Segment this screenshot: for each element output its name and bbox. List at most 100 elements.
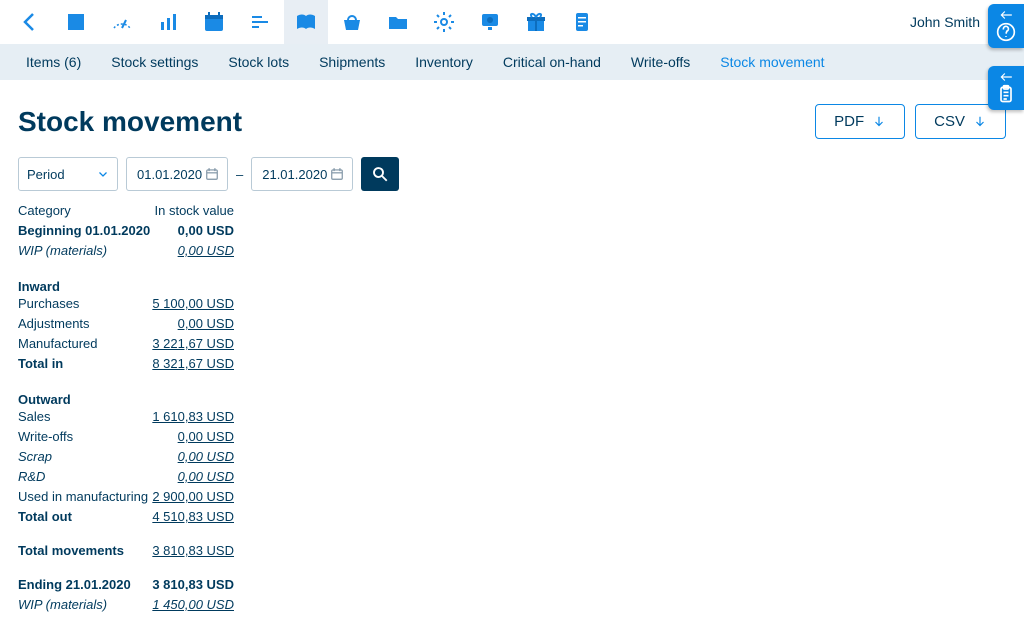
purchases-label: Purchases	[18, 296, 79, 311]
tab-items[interactable]: Items (6)	[26, 54, 81, 70]
total-movements-value[interactable]: 3 810,83 USD	[152, 543, 234, 558]
tab-stock-lots[interactable]: Stock lots	[228, 54, 289, 70]
total-movements-label: Total movements	[18, 543, 124, 558]
row-total-movements: Total movements 3 810,83 USD	[18, 543, 234, 563]
adjustments-label: Adjustments	[18, 316, 90, 331]
arrow-left-icon	[999, 10, 1013, 20]
calendar-icon	[205, 167, 219, 181]
writeoffs-value[interactable]: 0,00 USD	[178, 429, 234, 444]
manufactured-label: Manufactured	[18, 336, 98, 351]
scrap-value[interactable]: 0,00 USD	[178, 449, 234, 464]
toolbar-icon-6[interactable]	[284, 0, 328, 44]
used-mfg-value[interactable]: 2 900,00 USD	[152, 489, 234, 504]
beginning-label: Beginning 01.01.2020	[18, 223, 150, 238]
toolbar-icon-3[interactable]	[146, 0, 190, 44]
purchases-value[interactable]: 5 100,00 USD	[152, 296, 234, 311]
header-row: Stock movement PDF CSV	[18, 104, 1006, 139]
toolbar-icon-1[interactable]	[54, 0, 98, 44]
row-ending: Ending 21.01.2020 3 810,83 USD	[18, 577, 234, 597]
manufactured-value[interactable]: 3 221,67 USD	[152, 336, 234, 351]
toolbar-icon-2[interactable]	[100, 0, 144, 44]
toolbar-icon-8[interactable]	[376, 0, 420, 44]
tab-inventory[interactable]: Inventory	[415, 54, 473, 70]
row-total-in: Total in 8 321,67 USD	[18, 356, 234, 376]
toolbar-icon-4[interactable]	[192, 0, 236, 44]
inward-title: Inward	[18, 279, 234, 294]
col-value: In stock value	[155, 203, 235, 218]
sales-label: Sales	[18, 409, 51, 424]
square-icon	[64, 10, 88, 34]
ending-value: 3 810,83 USD	[152, 577, 234, 592]
user-name: John Smith	[910, 14, 980, 30]
stock-movement-table: Category In stock value Beginning 01.01.…	[18, 203, 234, 617]
period-select[interactable]: Period	[18, 157, 118, 191]
row-scrap: Scrap 0,00 USD	[18, 449, 234, 469]
row-adjustments: Adjustments 0,00 USD	[18, 316, 234, 336]
date-from-value: 01.01.2020	[137, 167, 202, 182]
calendar-icon	[330, 167, 344, 181]
toolbar-icon-7[interactable]	[330, 0, 374, 44]
date-to-value: 21.01.2020	[262, 167, 327, 182]
download-icon	[973, 115, 987, 129]
export-csv-label: CSV	[934, 113, 965, 130]
gift-icon	[524, 10, 548, 34]
total-in-label: Total in	[18, 356, 63, 371]
help-widget[interactable]	[988, 4, 1024, 48]
toolbar-icon-9[interactable]	[422, 0, 466, 44]
folder-icon	[386, 10, 410, 34]
wip-begin-label: WIP (materials)	[18, 243, 107, 258]
toolbar-icon-12[interactable]	[560, 0, 604, 44]
date-to-input[interactable]: 21.01.2020	[251, 157, 353, 191]
clipboard-widget[interactable]	[988, 66, 1024, 110]
document-icon	[570, 10, 594, 34]
total-out-value[interactable]: 4 510,83 USD	[152, 509, 234, 524]
row-sales: Sales 1 610,83 USD	[18, 409, 234, 429]
search-button[interactable]	[361, 157, 399, 191]
beginning-value: 0,00 USD	[178, 223, 234, 238]
chevron-down-icon	[97, 168, 109, 180]
search-icon	[371, 165, 389, 183]
tab-write-offs[interactable]: Write-offs	[631, 54, 690, 70]
toolbar-icon-11[interactable]	[514, 0, 558, 44]
row-used-mfg: Used in manufacturing 2 900,00 USD	[18, 489, 234, 509]
row-wip-end: WIP (materials) 1 450,00 USD	[18, 597, 234, 617]
row-manufactured: Manufactured 3 221,67 USD	[18, 336, 234, 356]
wip-end-value[interactable]: 1 450,00 USD	[152, 597, 234, 612]
tab-stock-movement[interactable]: Stock movement	[720, 54, 824, 70]
rd-label: R&D	[18, 469, 45, 484]
tab-critical[interactable]: Critical on-hand	[503, 54, 601, 70]
wip-begin-value[interactable]: 0,00 USD	[178, 243, 234, 258]
filter-row: Period 01.01.2020 – 21.01.2020	[18, 157, 1006, 191]
tabs-bar: Items (6) Stock settings Stock lots Ship…	[0, 44, 1024, 80]
monitor-icon	[478, 10, 502, 34]
help-icon	[996, 22, 1016, 42]
row-total-out: Total out 4 510,83 USD	[18, 509, 234, 529]
tab-shipments[interactable]: Shipments	[319, 54, 385, 70]
clipboard-icon	[996, 84, 1016, 104]
page-title: Stock movement	[18, 106, 242, 138]
adjustments-value[interactable]: 0,00 USD	[178, 316, 234, 331]
ending-label: Ending 21.01.2020	[18, 577, 131, 592]
wip-end-label: WIP (materials)	[18, 597, 107, 612]
top-toolbar: John Smith	[0, 0, 1024, 44]
rd-value[interactable]: 0,00 USD	[178, 469, 234, 484]
used-mfg-label: Used in manufacturing	[18, 489, 148, 504]
tab-stock-settings[interactable]: Stock settings	[111, 54, 198, 70]
back-button[interactable]	[8, 0, 52, 44]
row-beginning: Beginning 01.01.2020 0,00 USD	[18, 223, 234, 243]
sales-value[interactable]: 1 610,83 USD	[152, 409, 234, 424]
export-pdf-button[interactable]: PDF	[815, 104, 905, 139]
download-icon	[872, 115, 886, 129]
book-icon	[294, 10, 318, 34]
chart-lines-icon	[248, 10, 272, 34]
total-in-value[interactable]: 8 321,67 USD	[152, 356, 234, 371]
scrap-label: Scrap	[18, 449, 52, 464]
date-from-input[interactable]: 01.01.2020	[126, 157, 228, 191]
chevron-left-icon	[18, 10, 42, 34]
calendar-icon	[202, 10, 226, 34]
table-header-row: Category In stock value	[18, 203, 234, 223]
toolbar-icon-10[interactable]	[468, 0, 512, 44]
toolbar-icon-5[interactable]	[238, 0, 282, 44]
row-writeoffs: Write-offs 0,00 USD	[18, 429, 234, 449]
total-out-label: Total out	[18, 509, 72, 524]
